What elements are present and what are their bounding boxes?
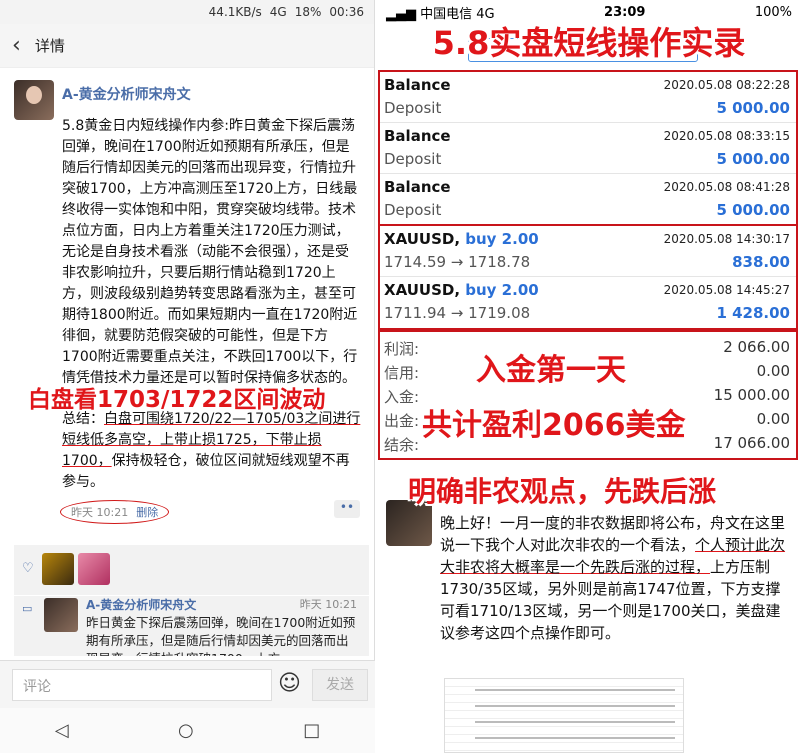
home-nav-icon[interactable]: ○ bbox=[178, 720, 194, 741]
comment-avatar[interactable] bbox=[44, 598, 78, 632]
likes-panel: ♡ bbox=[14, 545, 369, 595]
list-item[interactable]: XAUUSD, buy 2.00 2020.05.08 14:45:27 171… bbox=[380, 277, 796, 328]
summary-value: 2 066.00 bbox=[723, 338, 790, 356]
row-date: 2020.05.08 08:33:15 bbox=[663, 129, 790, 143]
list-item[interactable]: Balance 2020.05.08 08:33:15 Deposit 5 00… bbox=[380, 123, 796, 174]
row-sub: Deposit bbox=[384, 201, 442, 219]
row-date: 2020.05.08 08:22:28 bbox=[663, 78, 790, 92]
more-button[interactable]: •• bbox=[334, 500, 360, 518]
post-meta: 昨天 10:21 删除 bbox=[60, 500, 170, 524]
avatar[interactable] bbox=[14, 80, 54, 120]
page-title: 详情 bbox=[34, 37, 65, 55]
like-avatar[interactable] bbox=[78, 553, 110, 585]
summary-value: 15 000.00 bbox=[713, 386, 790, 404]
back-nav-icon[interactable]: ◁ bbox=[55, 720, 69, 741]
row-sub: Deposit bbox=[384, 150, 442, 168]
trade-symbol: XAUUSD, bbox=[384, 230, 461, 248]
comment-text: 昨日黄金下探后震荡回弹，晚间在1700附近如预期有所承压，但是随后行情却因美元的… bbox=[86, 615, 356, 656]
overlay-first-day: 入金第一天 bbox=[476, 353, 626, 388]
row-label: Balance bbox=[384, 127, 451, 145]
trade-side: buy 2.00 bbox=[465, 281, 539, 299]
row-label: Balance bbox=[384, 178, 451, 196]
trade-profit: 838.00 bbox=[732, 253, 790, 271]
list-item[interactable]: XAUUSD, buy 2.00 2020.05.08 14:30:17 171… bbox=[380, 226, 796, 277]
summary-value: 0.00 bbox=[756, 362, 790, 380]
list-item[interactable]: Balance 2020.05.08 08:22:28 Deposit 5 00… bbox=[380, 72, 796, 123]
post-author[interactable]: A-黄金分析师宋舟文 bbox=[62, 84, 362, 104]
summary-value: 0.00 bbox=[756, 410, 790, 428]
trade-side: buy 2.00 bbox=[465, 230, 539, 248]
status-bar: 44.1KB/s 4G 18% 00:36 bbox=[0, 0, 374, 24]
comment-icon: ▭ bbox=[22, 602, 33, 615]
trade-title: XAUUSD, buy 2.00 bbox=[384, 230, 539, 248]
status-time: 00:36 bbox=[329, 5, 364, 19]
row-amount: 5 000.00 bbox=[716, 99, 790, 117]
summary-label: 出金: bbox=[384, 412, 420, 430]
deposits-box: Balance 2020.05.08 08:22:28 Deposit 5 00… bbox=[378, 70, 798, 227]
post-body: 5.8黄金日内短线操作内参:昨日黄金下探后震荡回弹，晚间在1700附近如预期有所… bbox=[62, 116, 362, 493]
list-item[interactable]: Balance 2020.05.08 08:41:28 Deposit 5 00… bbox=[380, 174, 796, 225]
comment-time: 昨天 10:21 bbox=[299, 598, 357, 611]
trade-profit: 1 428.00 bbox=[716, 304, 790, 322]
overlay-total-profit: 共计盈利2066美金 bbox=[422, 408, 686, 443]
row-sub: Deposit bbox=[384, 99, 442, 117]
comment-text: 晚上好！一月一度的非农数据即将公布，舟文在这里说一下我个人对此次非农的一个看法，… bbox=[440, 512, 795, 644]
delete-link[interactable]: 删除 bbox=[136, 506, 158, 519]
summary-label: 结余: bbox=[384, 436, 420, 454]
summary-value: 17 066.00 bbox=[713, 434, 790, 452]
overlay-nfp-view: 明确非农观点，先跌后涨 bbox=[408, 475, 717, 508]
send-button[interactable]: 发送 bbox=[312, 669, 368, 701]
comment-author[interactable]: A-黄金分析师宋舟文 bbox=[86, 596, 196, 613]
row-amount: 5 000.00 bbox=[716, 201, 790, 219]
row-label: Balance bbox=[384, 76, 451, 94]
system-nav-bar: ◁ ○ □ bbox=[0, 708, 375, 753]
row-date: 2020.05.08 08:41:28 bbox=[663, 180, 790, 194]
like-avatar[interactable] bbox=[42, 553, 74, 585]
trade-prices: 1714.59 → 1718.78 bbox=[384, 253, 531, 271]
overlay-range-text: 白盘看1703/1722区间波动 bbox=[28, 387, 326, 413]
overlay-title: 5.8实盘短线操作实录 bbox=[432, 24, 746, 62]
heart-icon: ♡ bbox=[22, 561, 34, 576]
comment-input-bar: 评论 ☺ 发送 bbox=[0, 660, 375, 708]
trade-symbol: XAUUSD, bbox=[384, 281, 461, 299]
trade-title: XAUUSD, buy 2.00 bbox=[384, 281, 539, 299]
comment-input[interactable]: 评论 bbox=[12, 669, 272, 701]
net-speed: 44.1KB/s bbox=[208, 5, 262, 19]
summary-label: 入金: bbox=[384, 388, 420, 406]
row-date: 2020.05.08 14:30:17 bbox=[663, 232, 790, 246]
post-text: 5.8黄金日内短线操作内参:昨日黄金下探后震荡回弹，晚间在1700附近如预期有所… bbox=[62, 118, 358, 386]
post: A-黄金分析师宋舟文 5.8黄金日内短线操作内参:昨日黄金下探后震荡回弹，晚间在… bbox=[0, 68, 374, 493]
battery-level: 18% bbox=[294, 5, 322, 19]
recents-nav-icon[interactable]: □ bbox=[303, 720, 320, 741]
comment-item: ▭ A-黄金分析师宋舟文 昨天 10:21 昨日黄金下探后震荡回弹，晚间在170… bbox=[14, 596, 369, 656]
left-screenshot: 44.1KB/s 4G 18% 00:36 ‹ 详情 A-黄金分析师宋舟文 5.… bbox=[0, 0, 375, 753]
summary-label: 信用: bbox=[384, 364, 420, 382]
network-type: 4G bbox=[269, 5, 287, 19]
trades-box: XAUUSD, buy 2.00 2020.05.08 14:30:17 171… bbox=[378, 224, 798, 330]
right-screenshot: ▂▄▆ 中国电信 4G 23:09 100% 5.8实盘短线操作实录 Balan… bbox=[378, 0, 800, 753]
summary-label: 利润: bbox=[384, 340, 420, 358]
row-date: 2020.05.08 14:45:27 bbox=[663, 283, 790, 297]
trade-prices: 1711.94 → 1719.08 bbox=[384, 304, 531, 322]
emoji-icon[interactable]: ☺ bbox=[278, 671, 301, 696]
page-header: ‹ 详情 bbox=[0, 24, 374, 68]
back-arrow-icon[interactable]: ‹ bbox=[12, 33, 21, 58]
row-amount: 5 000.00 bbox=[716, 150, 790, 168]
post-time: 昨天 10:21 bbox=[71, 506, 129, 519]
table-thumbnail[interactable] bbox=[444, 678, 684, 753]
